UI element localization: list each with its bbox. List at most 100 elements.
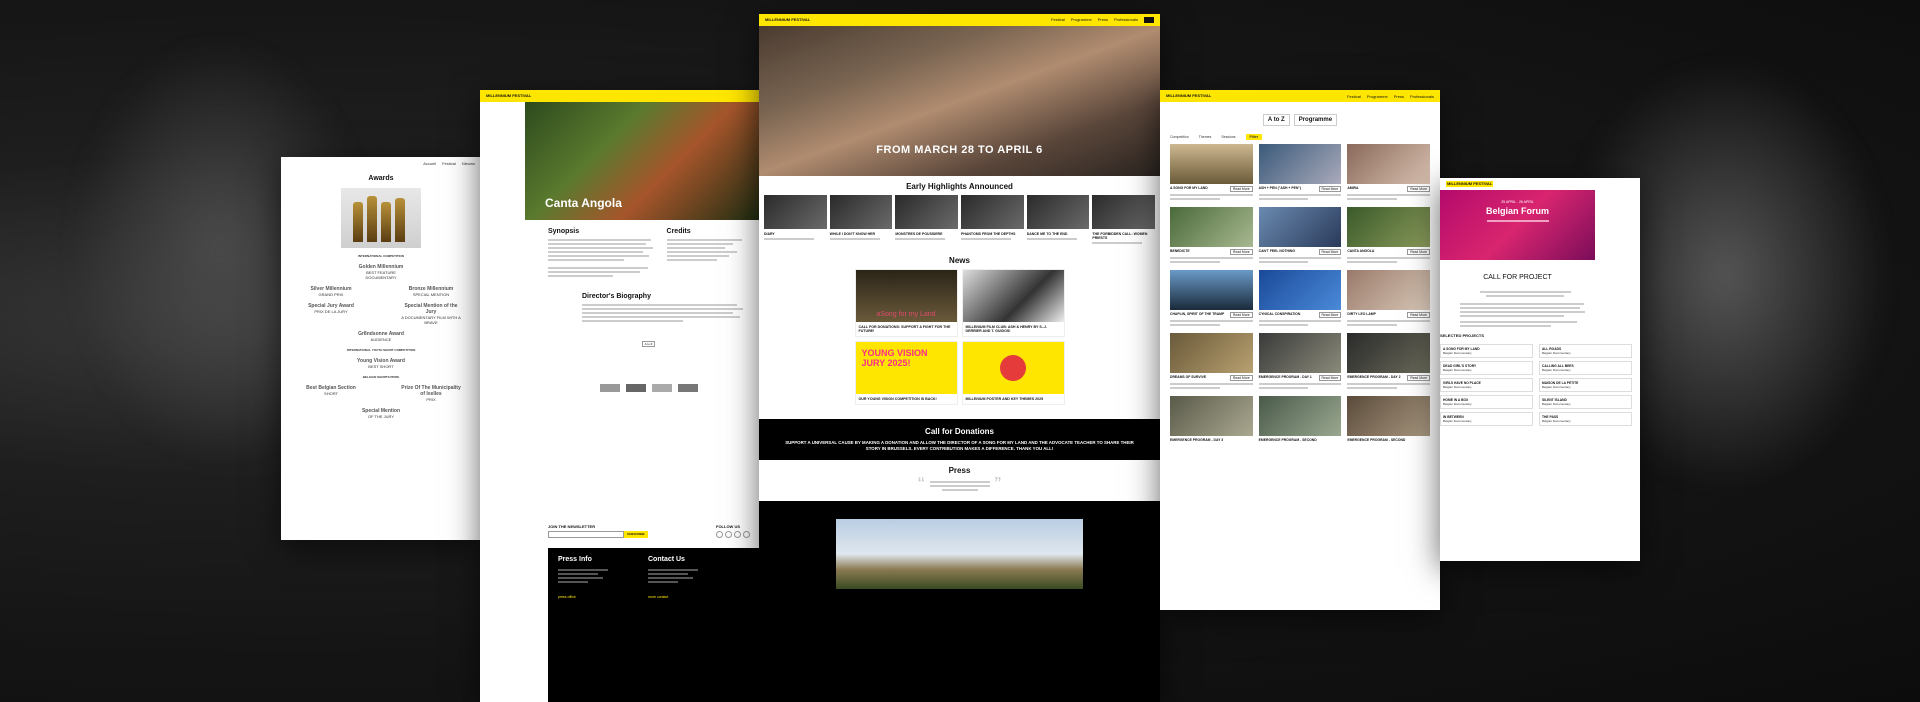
sponsor-logos — [548, 384, 750, 392]
project-card[interactable]: DEAD GIRL'S STORY Belgian Documentary — [1440, 361, 1533, 375]
forum-hero: 25 APRIL - 26 APRIL Belgian Forum — [1440, 190, 1595, 260]
festival-logo[interactable]: MILLENNIUM FESTIVAL — [486, 94, 531, 98]
film-hero: Canta Angola — [525, 102, 760, 220]
filter-themes[interactable]: Themes — [1199, 135, 1212, 139]
film-card[interactable]: EMERGENCE PROGRAM - DAY 1 Read More — [1258, 333, 1342, 391]
film-hero-title: Canta Angola — [545, 196, 622, 210]
project-card[interactable]: CALLING ALL BEES Belgian Documentary — [1539, 361, 1632, 375]
nav-item[interactable]: Press — [1098, 17, 1108, 23]
facebook-icon[interactable] — [734, 531, 741, 538]
mail-icon[interactable] — [743, 531, 750, 538]
nav-item[interactable]: Professionals — [1114, 17, 1138, 23]
highlight-card[interactable]: MONSTRES DE POUSSIERE — [895, 195, 959, 246]
film-card[interactable]: CHAPLIN, SPIRIT OF THE TRAMP Read More — [1170, 270, 1253, 328]
more-contact-link[interactable]: more contact — [648, 595, 668, 599]
award-row: Silver Millennium GRAND PRIX Bronze Mille… — [281, 286, 481, 297]
project-card[interactable]: IN BETWEEN Belgian Documentary — [1440, 412, 1533, 426]
follow-label: FOLLOW US — [716, 524, 740, 529]
news-card[interactable]: aSong for my Land CALL FOR DONATIONS: SU… — [854, 269, 958, 337]
project-card[interactable]: GIRLS HAVE NO PLACE Belgian Documentary — [1440, 378, 1533, 392]
nav-item[interactable]: Professionals — [1410, 94, 1434, 99]
film-card[interactable]: EMERGENCE PROGRAM - SECOND — [1258, 396, 1342, 442]
instagram-icon[interactable] — [716, 531, 723, 538]
highlights-strip: DIARY WHILE I DON'T KNOW HER MONSTRES DE… — [759, 195, 1160, 246]
festival-logo[interactable]: MILLENNIUM FESTIVAL — [1166, 94, 1211, 98]
award-row: Best Belgian Section SHORT Prize Of The M… — [281, 385, 481, 402]
film-page-header: MILLENNIUM FESTIVAL — [480, 90, 760, 102]
project-card[interactable]: SILENT ISLAND Belgian Documentary — [1539, 395, 1632, 409]
search-icon[interactable] — [1144, 17, 1154, 23]
nav-item[interactable]: Programme — [1367, 94, 1388, 99]
award-laurel: Gr8ndsonne Award AUDIENCE — [358, 331, 404, 342]
news-card[interactable]: MILLENIUM FILM CLUB: ASH & HENRY BY S.-J… — [961, 269, 1065, 337]
project-card[interactable]: HOME IN A BOX Belgian Documentary — [1440, 395, 1533, 409]
award-laurel: Young Vision Award BEST SHORT — [357, 358, 405, 369]
news-card[interactable]: MILLENIUM POSTER AND KEY THEMES 2025 — [961, 341, 1065, 405]
awards-page: Accueil Festival Nieuws Awards INTERNATI… — [281, 157, 481, 540]
project-card[interactable]: ALL ROADS Belgian Documentary — [1539, 344, 1632, 358]
award-laurel: Best Belgian Section SHORT — [306, 385, 356, 396]
film-card[interactable]: EMERGENCE PROGRAM - DAY 3 — [1170, 396, 1253, 442]
award-laurel: Silver Millennium GRAND PRIX — [310, 286, 352, 297]
back-to-az-button[interactable]: A to Z — [641, 341, 656, 347]
film-card[interactable]: CANTA ANGOLA Read More — [1347, 207, 1430, 265]
filter-competition[interactable]: Competition — [1170, 135, 1189, 139]
film-card[interactable]: ASH + PEN ("ASH + PEN") Read More — [1258, 144, 1342, 202]
awards-nav-item[interactable]: Festival — [442, 161, 456, 166]
festival-logo[interactable]: MILLENNIUM FESTIVAL — [765, 18, 810, 22]
award-laurel: Bronze Millennium SPECIAL MENTION — [408, 286, 454, 297]
subscribe-button[interactable]: SUBSCRIBE — [624, 531, 648, 538]
award-laurel: Special Mention of the Jury A DOCUMENTARY… — [401, 303, 461, 325]
project-card[interactable]: THE PASS Belgian Documentary — [1539, 412, 1632, 426]
forum-description — [1440, 285, 1640, 327]
filter-button[interactable]: Filter — [1245, 134, 1263, 140]
footer-landscape-image — [836, 519, 1083, 589]
programme-header: MILLENNIUM FESTIVAL Festival Programme P… — [1160, 90, 1440, 102]
highlight-card[interactable]: DANCE ME TO THE END — [1026, 195, 1090, 246]
hero-title: FROM MARCH 28 TO APRIL 6 — [876, 144, 1043, 156]
awards-nav-item[interactable]: Nieuws — [462, 161, 475, 166]
nav-item[interactable]: Press — [1394, 94, 1404, 99]
home-header: MILLENNIUM FESTIVAL Festival Programme P… — [759, 14, 1160, 26]
nav-item[interactable]: Festival — [1347, 94, 1361, 99]
news-grid: aSong for my Land CALL FOR DONATIONS: SU… — [854, 269, 1065, 405]
quote-close-icon: ” — [994, 474, 1002, 496]
news-card[interactable]: YOUNG VISION JURY 2025! OUR YOUNG VISION… — [854, 341, 958, 405]
festival-logo[interactable]: MILLENNIUM FESTIVAL — [1446, 181, 1494, 187]
award-row: Golden Millennium BEST FEATURE DOCUMENTAR… — [281, 264, 481, 280]
twitter-icon[interactable] — [725, 531, 732, 538]
award-laurel: Prize Of The Municipality of Ixelles PRIX — [401, 385, 461, 402]
filter-sessions[interactable]: Sessions — [1221, 135, 1235, 139]
film-card[interactable]: CYNICAL CONSPIRATION Read More — [1258, 270, 1342, 328]
film-card[interactable]: EMERGENCE PROGRAM - SECOND — [1347, 396, 1430, 442]
film-card[interactable]: EMERGENCE PROGRAM - DAY 2 Read More — [1347, 333, 1430, 391]
highlight-card[interactable]: WHILE I DON'T KNOW HER — [829, 195, 893, 246]
project-card[interactable]: A SONG FOR MY LAND Belgian Documentary — [1440, 344, 1533, 358]
press-office-link[interactable]: press office — [558, 595, 576, 599]
quote-open-icon: “ — [917, 474, 925, 496]
film-card[interactable]: A SONG FOR MY LAND Read More — [1170, 144, 1253, 202]
highlight-card[interactable]: DIARY — [764, 195, 827, 246]
nav-item[interactable]: Programme — [1071, 17, 1092, 23]
project-card[interactable]: MAISON DE LA PETITE Belgian Documentary — [1539, 378, 1632, 392]
news-heading: News — [949, 256, 970, 265]
film-grid: A SONG FOR MY LAND Read More ASH + PEN ("… — [1160, 144, 1440, 442]
film-card[interactable]: BENEDICTE Read More — [1170, 207, 1253, 265]
programme-filters: Competition Themes Sessions Filter — [1160, 126, 1440, 144]
award-laurel: Golden Millennium BEST FEATURE DOCUMENTAR… — [358, 264, 404, 280]
award-row: Special Mention OF THE JURY — [281, 408, 481, 419]
awards-category: INTERNATIONAL COMPETITION — [358, 254, 404, 258]
film-card[interactable]: AMIRA Read More — [1347, 144, 1430, 202]
highlight-card[interactable]: PHANTOMS FROM THE DEPTHS — [961, 195, 1024, 246]
press-heading: Press — [948, 466, 971, 475]
film-card[interactable]: DREAMS OF SURVIVE Read More — [1170, 333, 1253, 391]
film-card[interactable]: CAN'T FEEL NOTHING Read More — [1258, 207, 1342, 265]
film-card[interactable]: DIRTY LEO LAMP Read More — [1347, 270, 1430, 328]
newsletter-email-input[interactable] — [548, 531, 624, 538]
tab-a-to-z[interactable]: A to Z — [1262, 114, 1290, 126]
nav-item[interactable]: Festival — [1051, 17, 1065, 23]
awards-nav-item[interactable]: Accueil — [423, 161, 436, 166]
highlight-card[interactable]: THE FORBIDDEN CALL: WOMEN PRIESTS — [1092, 195, 1156, 246]
tab-programme[interactable]: Programme — [1293, 114, 1338, 126]
award-laurel: Special Mention OF THE JURY — [361, 408, 401, 419]
